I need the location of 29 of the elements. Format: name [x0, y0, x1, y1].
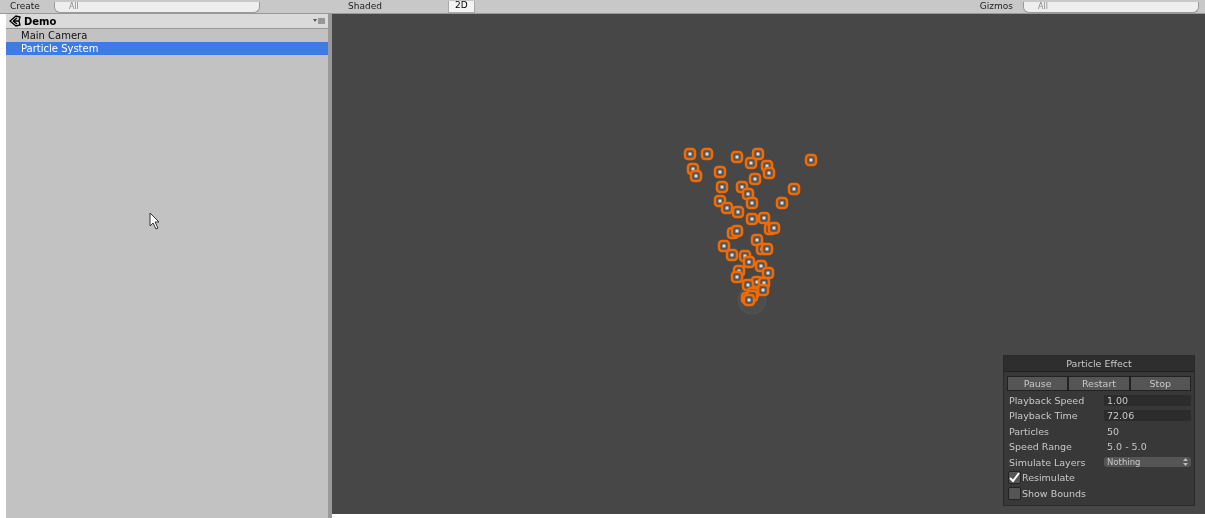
- field-value: 50: [1106, 425, 1121, 437]
- hierarchy-item[interactable]: Main Camera: [6, 29, 328, 42]
- dropdown-arrows-icon: [1183, 458, 1188, 467]
- create-menu[interactable]: Create: [6, 2, 44, 13]
- playback-button[interactable]: Stop: [1129, 375, 1191, 391]
- hierarchy-item[interactable]: Particle System: [6, 42, 328, 55]
- number-field[interactable]: 72.06: [1104, 410, 1191, 422]
- panel-title: Particle Effect: [1004, 355, 1194, 372]
- options-menu-icon[interactable]: [313, 17, 325, 25]
- field-label: Simulate Layers: [1009, 456, 1087, 468]
- checkbox[interactable]: [1008, 486, 1021, 500]
- shading-dropdown[interactable]: Shaded: [344, 2, 442, 13]
- 2d-toggle[interactable]: 2D: [448, 1, 475, 13]
- scene-name[interactable]: Demo: [24, 15, 57, 27]
- checkbox-label: Show Bounds: [1022, 487, 1086, 499]
- playback-button[interactable]: Pause: [1007, 375, 1069, 391]
- field-label: Speed Range: [1009, 441, 1073, 453]
- mouse-cursor-icon: [149, 212, 161, 230]
- field-label: Particles: [1009, 425, 1051, 437]
- gizmos-dropdown[interactable]: Gizmos: [975, 2, 1017, 13]
- unity-logo-icon: [9, 15, 21, 27]
- checkbox[interactable]: [1008, 471, 1021, 485]
- number-field[interactable]: 1.00: [1104, 394, 1191, 406]
- checkbox-label: Resimulate: [1022, 472, 1075, 484]
- playback-button[interactable]: Restart: [1068, 375, 1130, 391]
- field-label: Playback Speed: [1009, 394, 1086, 406]
- layers-dropdown[interactable]: Nothing: [1104, 457, 1191, 468]
- field-label: Playback Time: [1009, 410, 1079, 422]
- field-value: 5.0 - 5.0: [1106, 441, 1148, 453]
